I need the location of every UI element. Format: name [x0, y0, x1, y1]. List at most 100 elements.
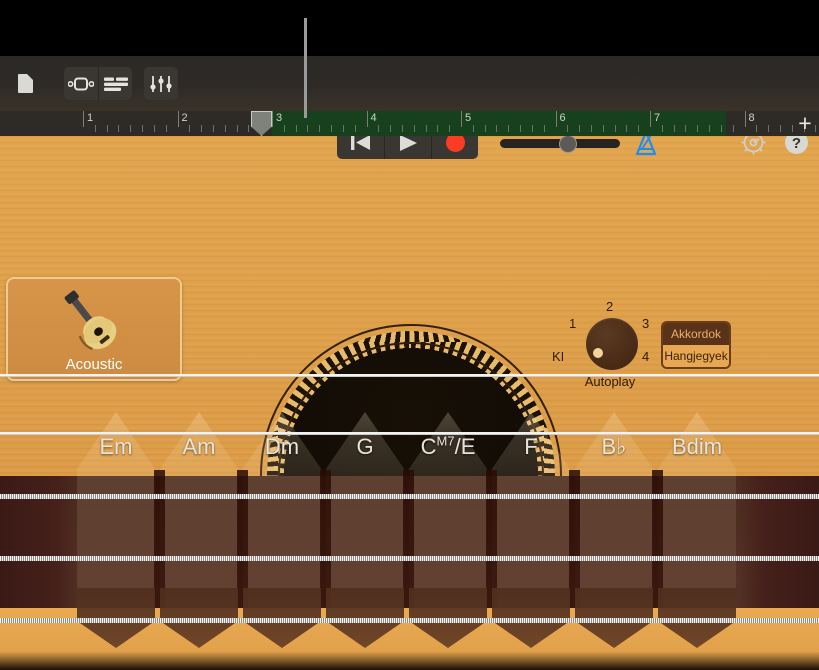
ruler-beat-tick: [189, 125, 190, 132]
ruler-beat-tick: [532, 125, 533, 132]
autoplay-knob-indicator: [593, 348, 603, 358]
ruler-beat-tick: [201, 125, 202, 132]
callout-line: [304, 18, 307, 118]
document-button[interactable]: [8, 67, 42, 100]
ruler-beat-tick: [437, 125, 438, 132]
view-segment-group: [64, 67, 132, 100]
autoplay-label-off[interactable]: KI: [552, 350, 564, 364]
ruler-beat-tick: [414, 125, 415, 132]
document-icon: [18, 74, 33, 93]
rewind-icon: [350, 134, 371, 151]
ruler-beat-tick: [697, 125, 698, 132]
ruler-bar-number: 3: [276, 112, 282, 124]
ruler-beat-tick: [402, 125, 403, 132]
ruler-beat-tick: [567, 125, 568, 132]
ruler-beat-tick: [473, 125, 474, 132]
ruler-bars: 12345678: [0, 111, 819, 136]
guitar-string-1[interactable]: [0, 374, 819, 377]
library-icon: [68, 76, 94, 92]
ruler-bar-number: 5: [465, 112, 471, 124]
ruler-beat-tick: [319, 125, 320, 132]
guitar-string-4[interactable]: [0, 556, 819, 561]
ruler-beat-tick: [685, 125, 686, 132]
ruler-beat-tick: [390, 125, 391, 132]
acoustic-guitar-icon: [44, 285, 144, 357]
ruler-bar-tick: [650, 111, 651, 127]
ruler-bar-number: 1: [87, 112, 93, 124]
play-icon: [398, 134, 418, 152]
ruler-bar-number: 7: [654, 112, 660, 124]
ruler-beat-tick: [213, 125, 214, 132]
autoplay-label-4[interactable]: 4: [642, 350, 649, 364]
ruler-beat-tick: [674, 125, 675, 132]
ruler-beat-tick: [225, 125, 226, 132]
ruler-beat-tick: [449, 125, 450, 132]
ruler-beat-tick: [95, 125, 96, 132]
playhead-shape: [251, 111, 272, 136]
mixer-segment-group: [144, 67, 178, 100]
ruler-beat-tick: [579, 125, 580, 132]
instrument-name-label: Acoustic: [8, 356, 180, 373]
ruler-beat-tick: [508, 125, 509, 132]
ruler-beat-tick: [709, 125, 710, 132]
ruler-beat-tick: [248, 125, 249, 132]
mode-option-chords[interactable]: Akkordok: [663, 323, 729, 345]
volume-slider-knob[interactable]: [559, 135, 577, 153]
ruler-beat-tick: [426, 125, 427, 132]
ruler-beat-tick: [130, 125, 131, 132]
tracks-icon: [104, 76, 128, 92]
ruler-bar-tick: [272, 111, 273, 127]
ruler-bar-tick: [367, 111, 368, 127]
ruler-bar-tick: [461, 111, 462, 127]
garageband-window: ? 12345678 +: [0, 0, 819, 670]
library-button[interactable]: [64, 67, 98, 100]
mode-option-notes[interactable]: Hangjegyek: [663, 345, 729, 367]
ruler-beat-tick: [638, 125, 639, 132]
guitar-string-5[interactable]: [0, 618, 819, 623]
tracks-button[interactable]: [98, 67, 132, 100]
ruler-beat-tick: [544, 125, 545, 132]
ruler-beat-tick: [603, 125, 604, 132]
mixer-button[interactable]: [144, 67, 178, 100]
ruler-bar-tick: [745, 111, 746, 127]
ruler-bar-tick: [178, 111, 179, 127]
svg-text:?: ?: [792, 135, 801, 152]
ruler-beat-tick: [520, 125, 521, 132]
ruler-beat-tick: [662, 125, 663, 132]
autoplay-label-3[interactable]: 3: [642, 317, 649, 331]
ruler-beat-tick: [142, 125, 143, 132]
ruler-beat-tick: [756, 125, 757, 132]
ruler-bar-number: 4: [371, 112, 377, 124]
toolbar-left-group: [8, 67, 178, 100]
ruler-beat-tick: [733, 125, 734, 132]
ruler-bar-tick: [556, 111, 557, 127]
ruler-beat-tick: [721, 125, 722, 132]
guitar-string-3[interactable]: [0, 494, 819, 499]
add-track-button[interactable]: +: [793, 111, 817, 136]
autoplay-label-1[interactable]: 1: [569, 317, 576, 331]
ruler-beat-tick: [626, 125, 627, 132]
ruler-beat-tick: [307, 125, 308, 132]
ruler-beat-tick: [378, 125, 379, 132]
ruler-beat-tick: [343, 125, 344, 132]
ruler-beat-tick: [154, 125, 155, 132]
ruler-beat-tick: [284, 125, 285, 132]
ruler-beat-tick: [331, 125, 332, 132]
volume-slider[interactable]: [500, 136, 620, 150]
ruler-beat-tick: [166, 125, 167, 132]
mixer-icon: [150, 75, 172, 93]
autoplay-label-2[interactable]: 2: [606, 300, 613, 314]
chords-notes-toggle[interactable]: Akkordok Hangjegyek: [661, 321, 731, 369]
playhead[interactable]: [251, 111, 272, 136]
timeline-ruler[interactable]: 12345678 +: [0, 111, 819, 136]
toolbar: ?: [0, 56, 819, 111]
ruler-beat-tick: [355, 125, 356, 132]
ruler-beat-tick: [496, 125, 497, 132]
ruler-bar-number: 8: [749, 112, 755, 124]
ruler-beat-tick: [237, 125, 238, 132]
guitar-string-2[interactable]: [0, 432, 819, 435]
ruler-bar-number: 2: [182, 112, 188, 124]
ruler-bar-tick: [83, 111, 84, 127]
instrument-selector-acoustic[interactable]: Acoustic: [6, 277, 182, 381]
autoplay-knob[interactable]: [586, 318, 638, 370]
